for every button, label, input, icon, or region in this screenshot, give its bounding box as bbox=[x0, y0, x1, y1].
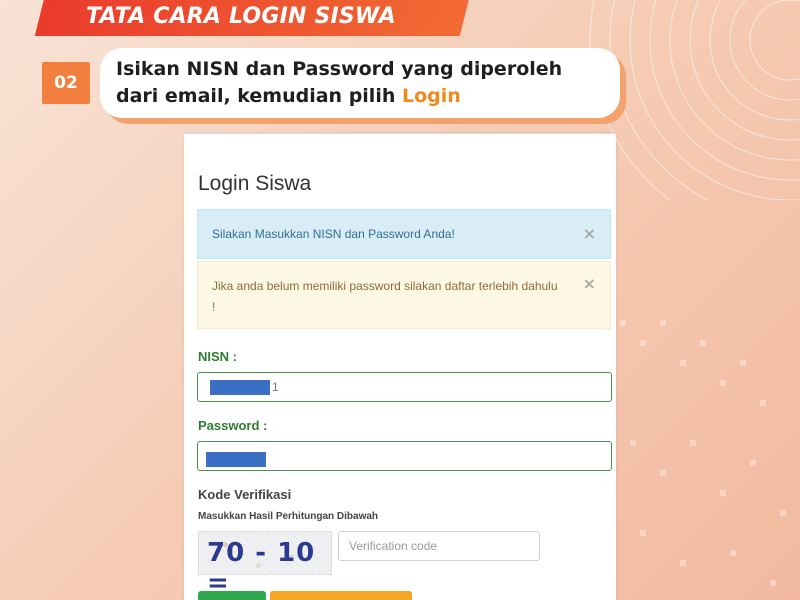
page-title: TATA CARA LOGIN SISWA bbox=[86, 4, 396, 29]
instruction-line-2: dari email, kemudian pilih Login bbox=[116, 83, 604, 110]
login-button[interactable] bbox=[198, 591, 266, 600]
register-button[interactable] bbox=[270, 591, 412, 600]
warning-alert-text: Jika anda belum memiliki password silaka… bbox=[212, 279, 558, 314]
background-pattern bbox=[620, 320, 786, 586]
instruction-line-2-text: dari email, kemudian pilih bbox=[116, 85, 402, 107]
captcha-text: 70 - 10 = bbox=[207, 538, 316, 598]
password-input[interactable] bbox=[197, 441, 612, 471]
nisn-input[interactable]: 1 bbox=[197, 372, 612, 402]
close-icon[interactable]: × bbox=[583, 224, 596, 243]
info-alert-text: Silakan Masukkan NISN dan Password Anda! bbox=[212, 227, 455, 241]
nisn-label: NISN : bbox=[198, 349, 237, 364]
instruction-bubble: Isikan NISN dan Password yang diperoleh … bbox=[100, 48, 620, 118]
redacted-value bbox=[210, 380, 270, 395]
verification-label: Kode Verifikasi bbox=[198, 487, 292, 502]
login-card: Login Siswa Silakan Masukkan NISN dan Pa… bbox=[184, 133, 616, 600]
captcha-image: 70 - 10 = bbox=[198, 531, 332, 598]
verification-code-input[interactable] bbox=[338, 531, 540, 561]
nisn-visible-value: 1 bbox=[272, 380, 279, 394]
warning-alert: Jika anda belum memiliki password silaka… bbox=[197, 261, 611, 329]
verification-hint: Masukkan Hasil Perhitungan Dibawah bbox=[198, 511, 379, 522]
instruction-line-1: Isikan NISN dan Password yang diperoleh bbox=[116, 58, 563, 80]
redacted-value bbox=[206, 452, 266, 467]
login-title: Login Siswa bbox=[198, 172, 312, 195]
instruction-highlight-login: Login bbox=[401, 85, 461, 107]
info-alert: Silakan Masukkan NISN dan Password Anda!… bbox=[197, 209, 611, 259]
password-label: Password : bbox=[198, 418, 268, 433]
step-number-badge: 02 bbox=[42, 62, 90, 104]
close-icon[interactable]: × bbox=[583, 274, 596, 293]
